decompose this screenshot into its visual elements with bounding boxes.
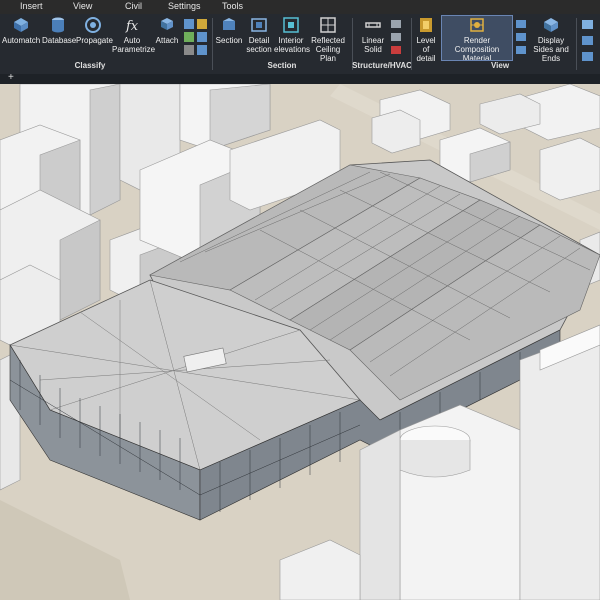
menu-settings[interactable]: Settings bbox=[168, 1, 201, 11]
function-icon: fx bbox=[125, 19, 139, 34]
group-label-classify: Classify bbox=[74, 61, 106, 70]
detail-section-icon bbox=[251, 18, 267, 32]
svg-text:fx: fx bbox=[125, 19, 139, 34]
group-label-section: Section bbox=[267, 61, 297, 70]
section-button[interactable]: Section bbox=[214, 16, 244, 45]
automatch-button[interactable]: Automatch bbox=[2, 16, 40, 45]
level-of-detail-button[interactable]: Level of detail bbox=[412, 16, 440, 63]
group-label-structure-hvac: Structure/HVAC bbox=[352, 61, 412, 70]
ribbon-status-strip bbox=[0, 74, 600, 84]
attach-icon bbox=[161, 18, 173, 30]
display-sides-icon bbox=[544, 18, 558, 32]
reflected-ceiling-plan-button[interactable]: Reflected Ceiling Plan bbox=[308, 16, 348, 63]
group-label-view: View bbox=[490, 61, 510, 70]
linear-solid-button[interactable]: Linear Solid bbox=[358, 16, 388, 54]
add-tab-button[interactable]: + bbox=[8, 72, 14, 83]
propagate-button[interactable]: Propagate bbox=[76, 16, 113, 45]
3d-viewport[interactable] bbox=[0, 84, 600, 600]
level-of-detail-icon bbox=[420, 18, 432, 32]
menu-bar: Insert View Civil Settings Tools bbox=[0, 0, 600, 14]
auto-parametrize-button[interactable]: fx Auto Parametrize bbox=[112, 16, 155, 54]
interior-elevations-icon bbox=[283, 17, 299, 33]
database-button[interactable]: Database bbox=[42, 16, 76, 45]
section-icon bbox=[223, 18, 235, 30]
propagate-icon bbox=[85, 17, 101, 33]
group-divider bbox=[212, 18, 213, 70]
detail-section-button[interactable]: Detail section bbox=[244, 16, 274, 54]
attach-button[interactable]: Attach bbox=[154, 16, 180, 45]
database-icon bbox=[52, 17, 64, 33]
display-sides-and-ends-button[interactable]: Display Sides and Ends bbox=[528, 16, 574, 63]
menu-tools[interactable]: Tools bbox=[222, 1, 243, 11]
menu-view[interactable]: View bbox=[73, 1, 92, 11]
menu-insert[interactable]: Insert bbox=[20, 1, 43, 11]
ceiling-plan-icon bbox=[320, 17, 336, 33]
linear-solid-icon bbox=[365, 22, 381, 28]
render-composition-icon bbox=[470, 18, 484, 32]
render-composition-material-button[interactable]: Render Composition Material bbox=[441, 15, 513, 63]
interior-elevations-button[interactable]: Interior elevations bbox=[274, 16, 310, 54]
classify-small-tools[interactable] bbox=[183, 18, 209, 58]
overflow-tools[interactable] bbox=[580, 18, 596, 66]
group-divider bbox=[576, 18, 577, 70]
structure-small-tools[interactable] bbox=[390, 18, 402, 58]
ribbon-toolbar: Automatch Database Propagate fx Auto Par… bbox=[0, 14, 600, 74]
automatch-icon bbox=[14, 18, 28, 32]
menu-civil[interactable]: Civil bbox=[125, 1, 142, 11]
view-small-tools[interactable] bbox=[515, 18, 527, 58]
